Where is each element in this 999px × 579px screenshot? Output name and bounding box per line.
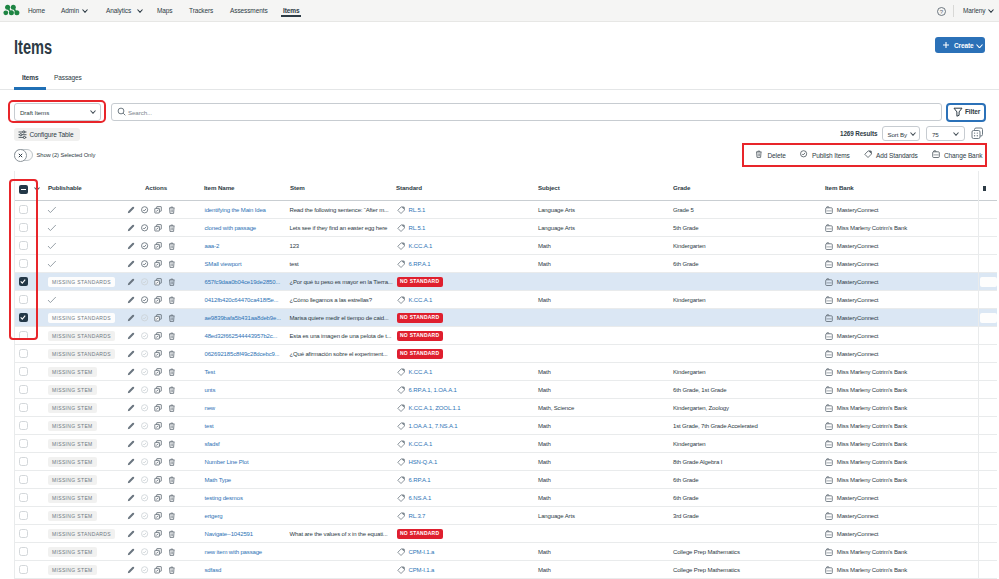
svg-text:?: ? (940, 9, 944, 15)
